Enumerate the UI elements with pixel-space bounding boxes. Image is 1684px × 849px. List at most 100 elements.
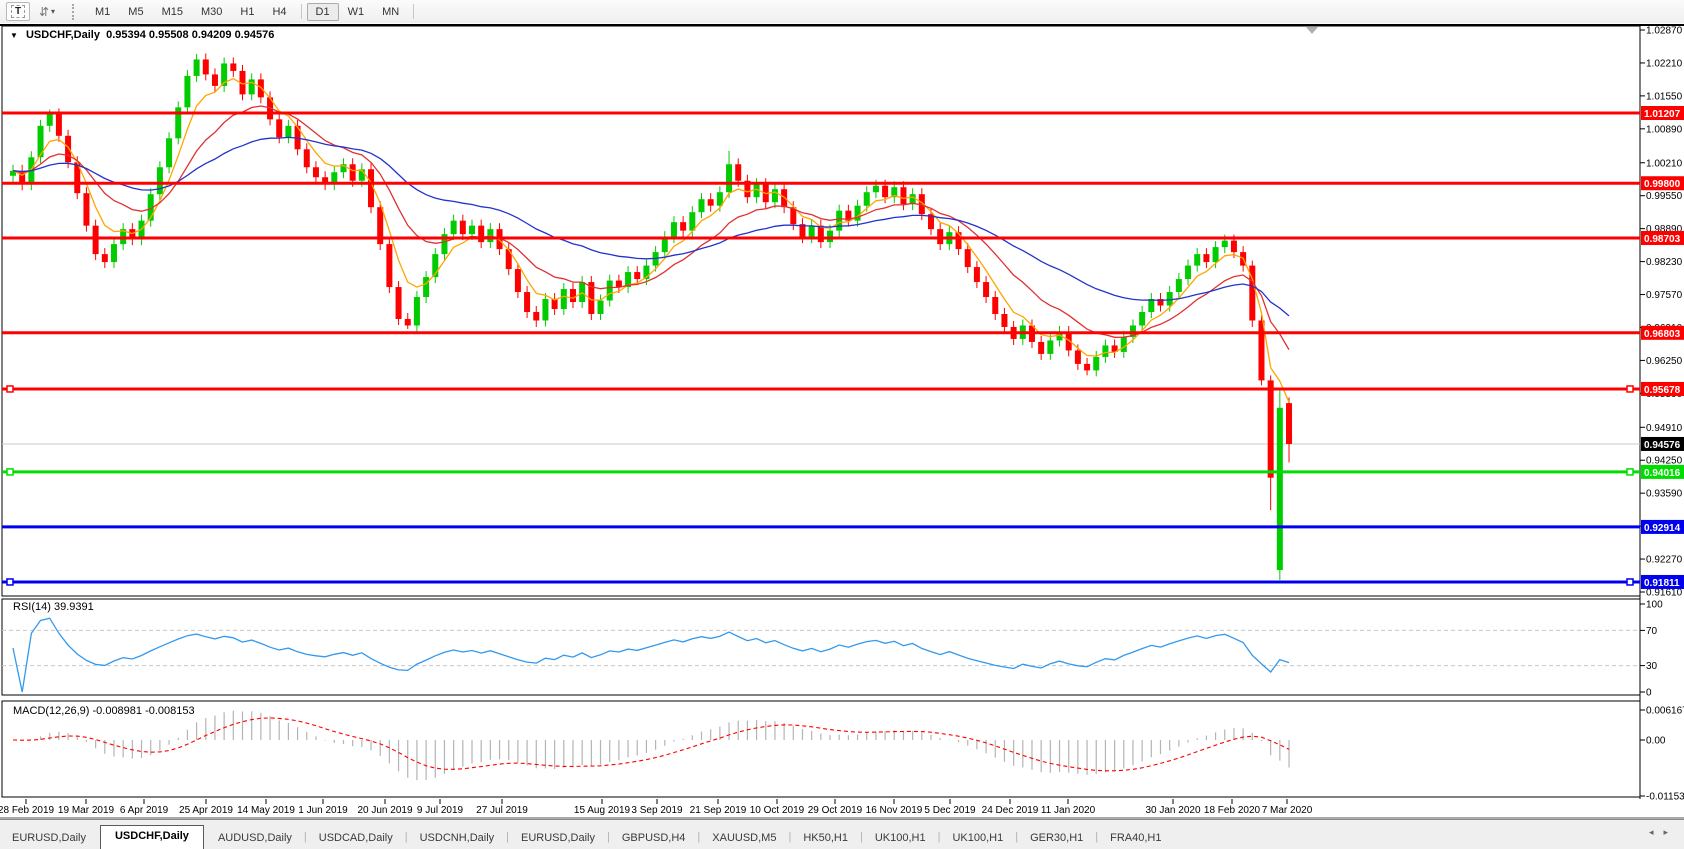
date-tick-label: 1 Jun 2019: [298, 805, 348, 816]
rsi-tick-label: 100: [1646, 600, 1663, 611]
date-tick-label: 28 Feb 2019: [0, 805, 55, 816]
date-tick-label: 6 Apr 2019: [120, 805, 169, 816]
chart-tab-uk100-h1[interactable]: UK100,H1: [863, 829, 938, 849]
macd-tick-label: 0.00: [1646, 736, 1666, 747]
top-toolbar: T ⇵ ▾ M1M5M15M30H1H4 D1W1MN: [0, 0, 1684, 23]
line-drag-handle: [7, 579, 13, 585]
rsi-panel: [2, 599, 1640, 695]
date-tick-label: 10 Oct 2019: [750, 805, 805, 816]
date-tick-label: 14 May 2019: [237, 805, 295, 816]
main-panel: [2, 26, 1640, 596]
price-tick-label: 0.96250: [1646, 356, 1683, 367]
macd-panel: [2, 701, 1640, 797]
chart-tab-bar: EURUSD,DailyUSDCHF,DailyAUDUSD,Daily|USD…: [0, 819, 1684, 849]
scroll-left-icon: ◂: [1649, 827, 1664, 837]
tab-scroll-arrows[interactable]: ◂▸: [1649, 827, 1678, 838]
chart-panels: [0, 24, 1684, 818]
chart-tab-hk50-h1[interactable]: HK50,H1: [791, 829, 860, 849]
terminal-window: T ⇵ ▾ M1M5M15M30H1H4D1W1MN ▼ USDCHF,Dail…: [0, 0, 1684, 849]
arrange-charts-button[interactable]: ⇵ ▾: [32, 2, 62, 21]
timeframe-button-m30[interactable]: M30: [192, 3, 231, 21]
price-chart[interactable]: 1.02870 1.02210 1.01550 1.00890 1.00210 0.995…: [0, 24, 1684, 819]
line-drag-handle: [7, 386, 13, 392]
chart-top-border: [0, 24, 1684, 26]
text-label-tool-button[interactable]: T: [6, 2, 30, 21]
price-tick-label: 1.00210: [1646, 158, 1683, 169]
date-tick-label: 30 Jan 2020: [1145, 805, 1200, 816]
price-level-badge-label: 0.92914: [1644, 523, 1681, 534]
price-tick-label: 0.94910: [1646, 423, 1683, 434]
macd-tick-label: -0.011531: [1646, 792, 1684, 803]
price-tick-label: 1.02210: [1646, 58, 1683, 69]
price-tick-label: 0.97570: [1646, 290, 1683, 301]
price-tick-label: 1.00890: [1646, 124, 1683, 135]
price-tick-label: 1.01550: [1646, 91, 1683, 102]
timeframe-button-mn[interactable]: MN: [373, 3, 408, 21]
scroll-right-icon: ▸: [1663, 827, 1678, 837]
chart-tab-gbpusd-h4[interactable]: GBPUSD,H4: [610, 829, 698, 849]
date-tick-label: 5 Dec 2019: [924, 805, 976, 816]
timeframe-button-h1[interactable]: H1: [231, 3, 263, 21]
chart-tab-usdchf-daily-active[interactable]: USDCHF,Daily: [100, 825, 204, 849]
line-drag-handle: [1627, 469, 1633, 475]
timeframe-toolbar: M1M5M15M30H1H4 D1W1MN: [86, 3, 419, 21]
line-drag-handle: [1627, 579, 1633, 585]
text-tool-icon: T: [11, 5, 25, 18]
date-tick-label: 20 Jun 2019: [357, 805, 412, 816]
rsi-tick-label: 0: [1646, 688, 1652, 699]
price-level-badge-label: 0.96803: [1644, 329, 1681, 340]
date-tick-label: 25 Apr 2019: [179, 805, 233, 816]
price-level-badge-label: 0.99800: [1644, 179, 1681, 190]
date-tick-label: 11 Jan 2020: [1041, 805, 1096, 816]
chart-tab-eurusd-daily[interactable]: EURUSD,Daily: [509, 829, 607, 849]
timeframe-button-d1[interactable]: D1: [307, 3, 339, 21]
timeframe-button-h4[interactable]: H4: [263, 3, 295, 21]
date-tick-label: 7 Mar 2020: [1262, 805, 1313, 816]
rsi-tick-label: 70: [1646, 626, 1658, 637]
price-tick-label: 0.93590: [1646, 489, 1683, 500]
date-tick-label: 18 Feb 2020: [1204, 805, 1261, 816]
price-level-badge-label: 0.94016: [1644, 468, 1681, 479]
arrange-icon: ⇵: [39, 5, 49, 19]
line-drag-handle: [7, 469, 13, 475]
chart-tab-xauusd-m5[interactable]: XAUUSD,M5: [700, 829, 788, 849]
toolbar-grip: [72, 4, 78, 20]
toolbar-separator: [413, 4, 414, 19]
price-tick-label: 0.98230: [1646, 257, 1683, 268]
price-tick-label: 0.92270: [1646, 555, 1683, 566]
timeframe-button-m15[interactable]: M15: [153, 3, 192, 21]
date-tick-label: 15 Aug 2019: [574, 805, 631, 816]
price-level-badge-label: 0.95678: [1644, 385, 1681, 396]
price-level-badge-label: 1.01207: [1644, 109, 1681, 120]
date-tick-label: 27 Jul 2019: [476, 805, 528, 816]
chart-tab-usdcad-daily[interactable]: USDCAD,Daily: [307, 829, 405, 849]
line-drag-handle: [1627, 386, 1633, 392]
chart-tab-eurusd-daily[interactable]: EURUSD,Daily: [0, 829, 98, 849]
timeframe-button-w1[interactable]: W1: [339, 3, 374, 21]
chart-tab-uk100-h1[interactable]: UK100,H1: [940, 829, 1015, 849]
price-level-badge-label: 0.91811: [1644, 578, 1680, 589]
chart-tab-fra40-h1[interactable]: FRA40,H1: [1098, 829, 1173, 849]
chart-tab-usdcnh-daily[interactable]: USDCNH,Daily: [408, 829, 507, 849]
price-tick-label: 0.99550: [1646, 191, 1683, 202]
timeframe-button-m5[interactable]: M5: [119, 3, 152, 21]
price-tick-label: 1.02870: [1646, 26, 1683, 37]
current-price-badge-label: 0.94576: [1644, 440, 1681, 451]
timeframe-button-m1[interactable]: M1: [86, 3, 119, 21]
macd-tick-label: 0.006167: [1646, 705, 1684, 716]
chart-tab-audusd-daily[interactable]: AUDUSD,Daily: [206, 829, 304, 849]
date-tick-label: 16 Nov 2019: [866, 805, 923, 816]
date-tick-label: 24 Dec 2019: [982, 805, 1039, 816]
date-axis: 28 Feb 201919 Mar 2019 6 Apr 2019 25 Apr 2…: [0, 799, 1313, 816]
toolbar-separator: [301, 4, 302, 19]
rsi-tick-label: 30: [1646, 661, 1658, 672]
date-tick-label: 29 Oct 2019: [808, 805, 863, 816]
chart-tab-ger30-h1[interactable]: GER30,H1: [1018, 829, 1095, 849]
price-tick-label: 0.91610: [1646, 588, 1683, 599]
date-tick-label: 9 Jul 2019: [417, 805, 464, 816]
date-tick-label: 21 Sep 2019: [690, 805, 747, 816]
chevron-down-icon: ▾: [51, 7, 55, 16]
date-tick-label: 3 Sep 2019: [631, 805, 683, 816]
date-tick-label: 19 Mar 2019: [58, 805, 115, 816]
price-level-badge-label: 0.98703: [1644, 234, 1681, 245]
